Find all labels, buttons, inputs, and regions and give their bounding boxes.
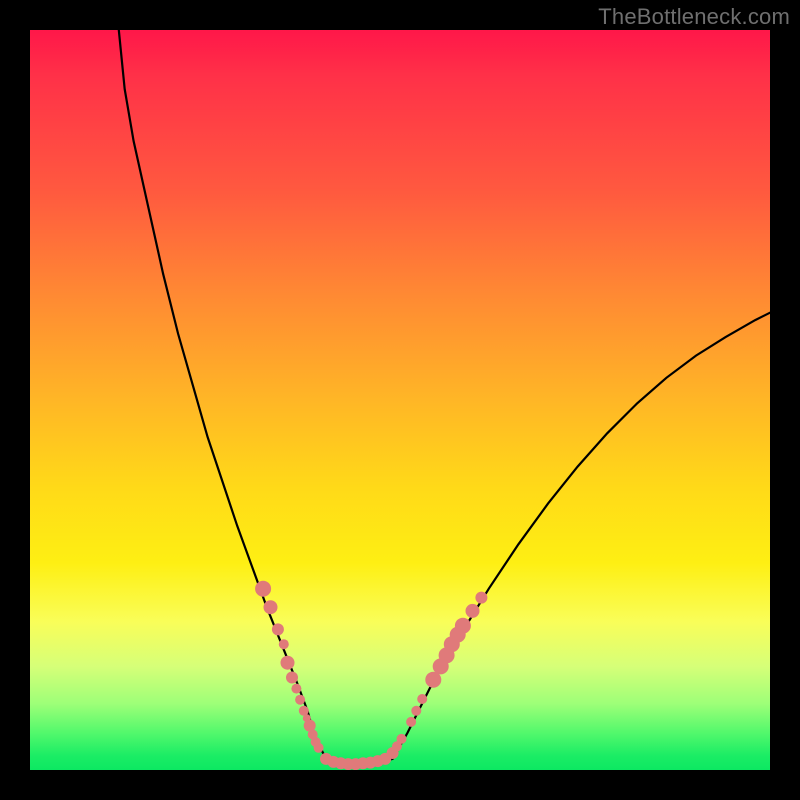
marker-dot — [455, 618, 471, 634]
marker-dot — [286, 672, 298, 684]
curve-svg — [30, 30, 770, 770]
marker-dot — [397, 734, 407, 744]
marker-dot — [466, 604, 480, 618]
marker-dot — [264, 600, 278, 614]
marker-dot — [411, 706, 421, 716]
marker-dot — [295, 695, 305, 705]
marker-dots — [255, 581, 487, 770]
marker-dot — [314, 743, 324, 753]
marker-dot — [406, 717, 416, 727]
marker-dot — [255, 581, 271, 597]
marker-dot — [417, 694, 427, 704]
marker-dot — [279, 639, 289, 649]
marker-dot — [281, 656, 295, 670]
marker-dot — [291, 684, 301, 694]
marker-dot — [272, 623, 284, 635]
marker-dot — [475, 592, 487, 604]
plot-area — [30, 30, 770, 770]
watermark-text: TheBottleneck.com — [598, 4, 790, 30]
chart-frame: TheBottleneck.com — [0, 0, 800, 800]
